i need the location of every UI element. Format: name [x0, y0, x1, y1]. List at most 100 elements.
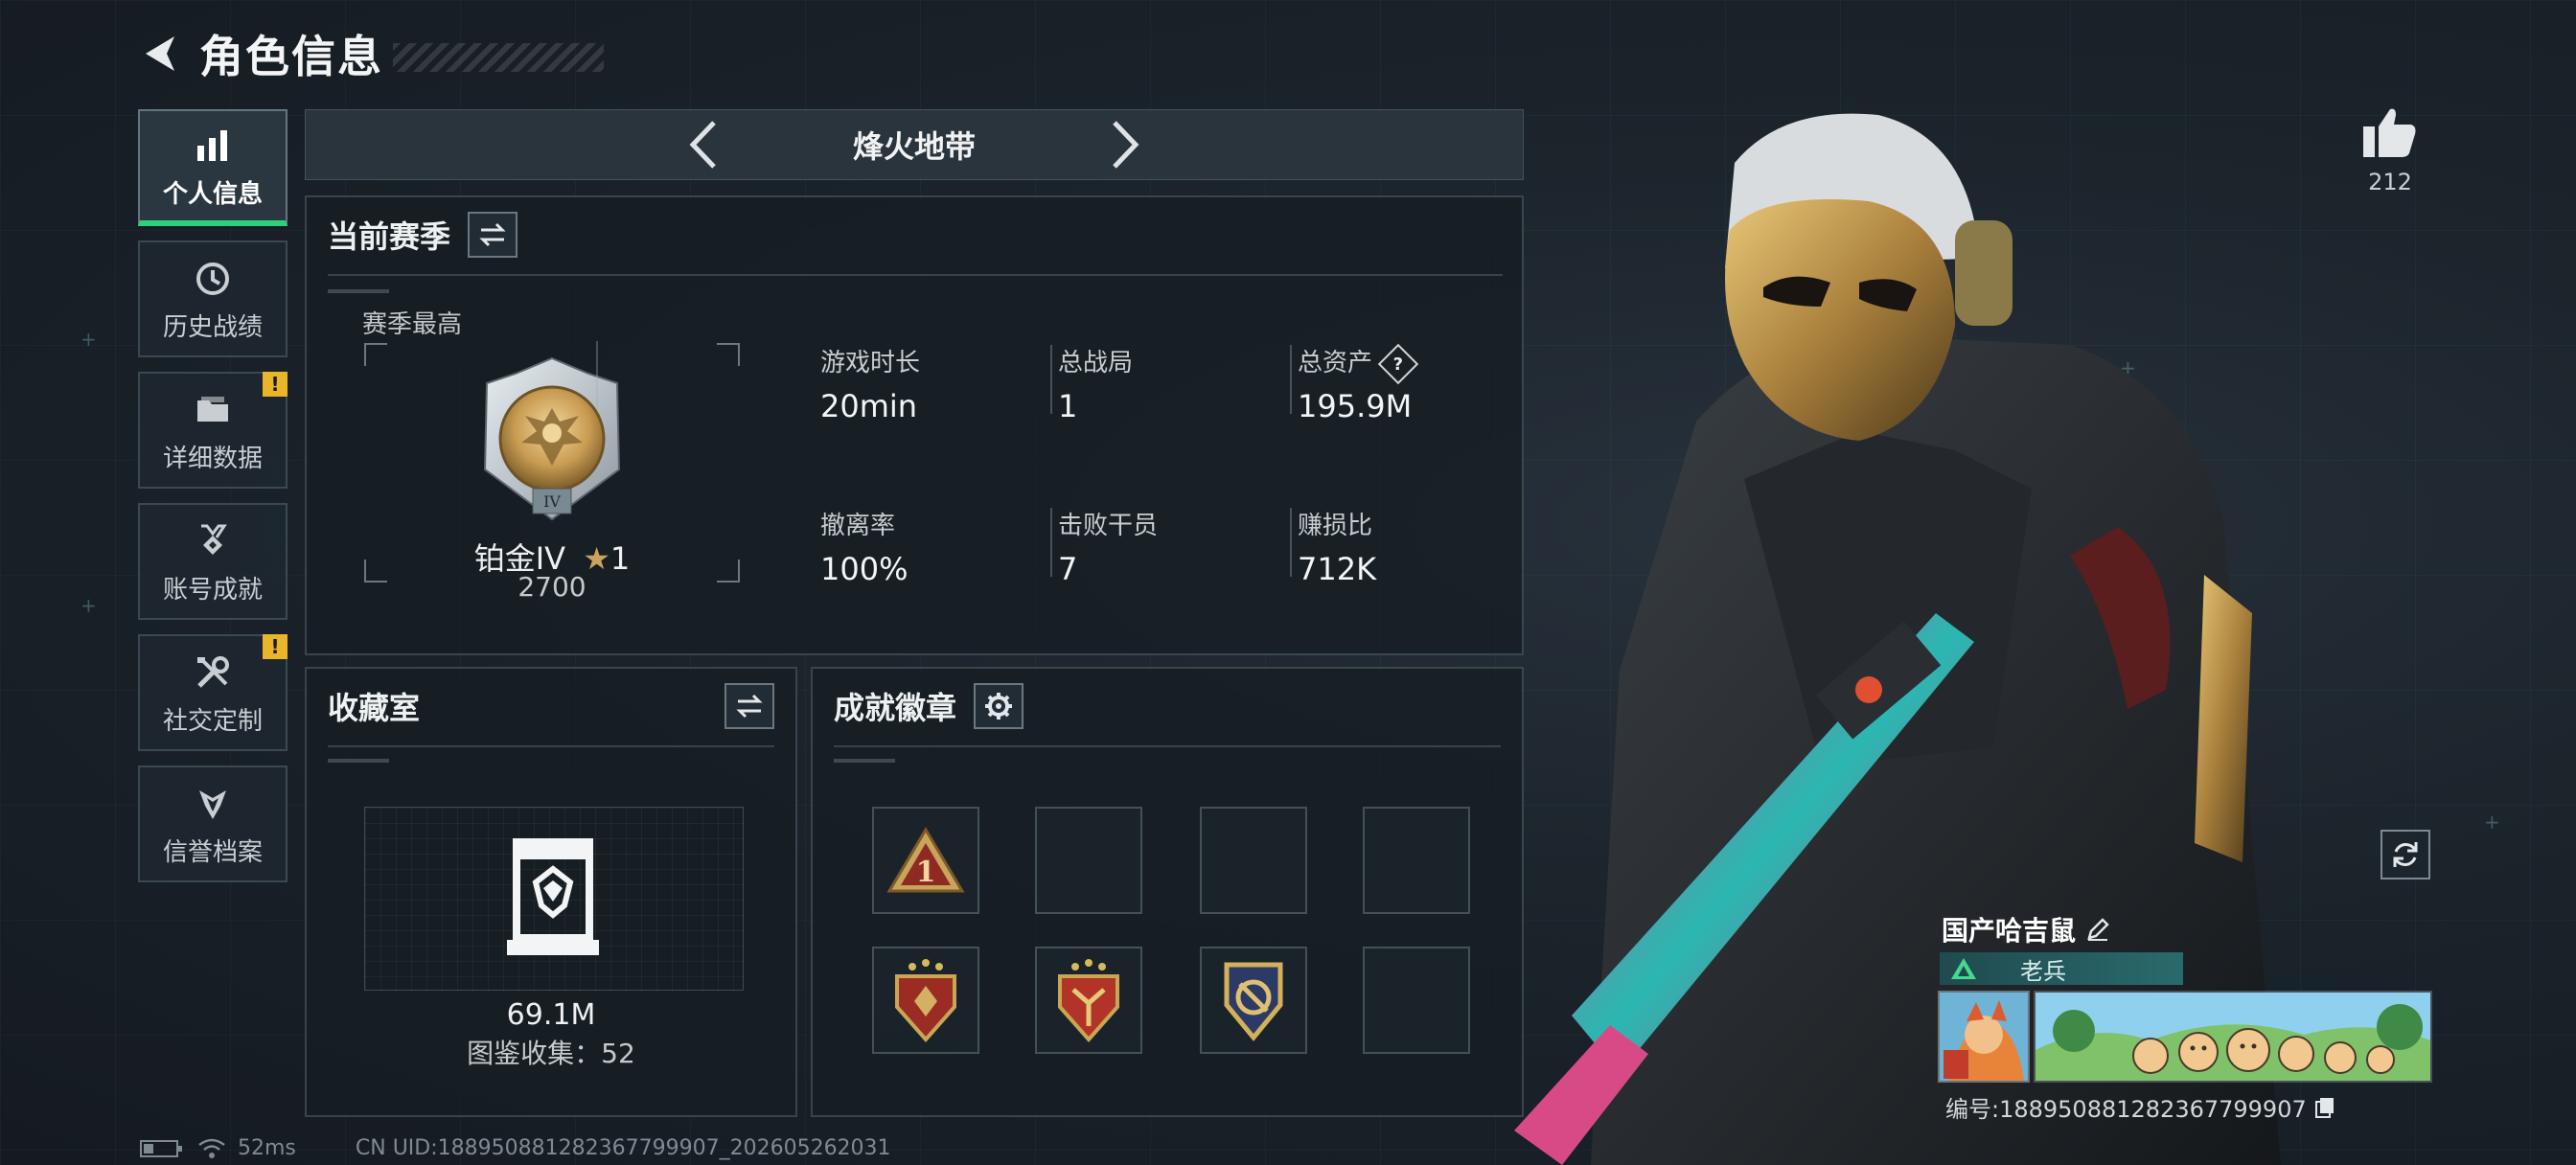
swap-icon — [736, 694, 763, 719]
badges-settings-button[interactable] — [974, 683, 1024, 729]
chevron-right-icon — [1113, 121, 1139, 169]
title-decoration — [393, 43, 604, 72]
warning-badge: ! — [263, 372, 288, 397]
emblem-badge-icon — [1224, 962, 1283, 1041]
sidebar-item-achievements[interactable]: 账号成就 — [138, 503, 288, 620]
crosshair-decoration: + — [2484, 811, 2500, 834]
divider — [1050, 345, 1052, 414]
reputation-icon — [190, 781, 236, 827]
player-banner — [2034, 991, 2432, 1083]
mode-name: 烽火地带 — [852, 128, 976, 165]
stat-total-assets: 总资产? 195.9M — [1298, 343, 1419, 424]
mode-prev-button[interactable] — [675, 116, 732, 173]
badges-title: 成就徽章 — [834, 690, 957, 726]
player-rank-tag: 老兵 — [1940, 952, 2183, 985]
back-arrow-icon — [146, 36, 174, 71]
player-rank-label: 老兵 — [2020, 957, 2066, 985]
collection-switch-button[interactable] — [724, 683, 774, 729]
back-button[interactable] — [134, 27, 188, 80]
collection-count: 图鉴收集：52 — [467, 1038, 635, 1069]
divider — [1290, 345, 1292, 414]
sidebar-item-social[interactable]: ! 社交定制 — [138, 634, 288, 751]
sidebar-item-history[interactable]: 历史战绩 — [138, 240, 288, 357]
medal-numeral: IV — [543, 492, 561, 511]
badge-slot-empty[interactable] — [1363, 947, 1470, 1054]
collection-value: 69.1M — [506, 998, 596, 1032]
rotate-icon — [2393, 842, 2418, 867]
sidebar-item-label: 信誉档案 — [162, 837, 263, 867]
stat-profit-loss-ratio: 赚损比 712K — [1298, 512, 1377, 587]
divider — [834, 745, 1501, 747]
divider — [1050, 508, 1052, 577]
uid-text: CN UID:1889508812823677999​07_2026052620… — [355, 1136, 891, 1160]
season-title: 当前赛季 — [328, 218, 451, 255]
gear-icon — [985, 693, 1013, 720]
rank-score: 2700 — [518, 571, 586, 603]
badge-slot-empty[interactable] — [1200, 807, 1307, 914]
veteran-icon — [1951, 958, 1976, 979]
rotate-model-button[interactable] — [2380, 830, 2430, 879]
stat-total-matches: 总战局 1 — [1058, 349, 1134, 424]
collection-display[interactable] — [364, 807, 744, 991]
divider — [596, 341, 598, 410]
decoration — [328, 289, 389, 293]
player-name-row: 国产哈吉鼠 — [1942, 910, 2110, 948]
decoration — [328, 759, 389, 763]
sidebar-item-detailed-data[interactable]: ! 详细数据 — [138, 372, 288, 489]
sidebar-item-label: 个人信息 — [162, 179, 263, 209]
page-header: 角色信息 — [134, 25, 604, 82]
sidebar-item-label: 详细数据 — [162, 444, 263, 473]
season-best-label: 赛季最高 — [362, 310, 463, 339]
stat-play-time: 游戏时长 20min — [820, 349, 921, 424]
status-bar: 52ms CN UID:1889508812823677999​07_20260… — [140, 1136, 891, 1160]
divider — [328, 745, 774, 747]
rank-one-badge-icon: 1 — [886, 827, 965, 893]
sidebar: 个人信息 历史战绩 ! 详细数据 账号成就 ! 社交定制 信誉档案 — [138, 109, 288, 897]
mode-next-button[interactable] — [1096, 116, 1154, 173]
sidebar-item-label: 历史战绩 — [162, 312, 263, 342]
decoration — [834, 759, 895, 763]
badge-slot[interactable]: 1 — [872, 807, 979, 914]
bar-chart-icon — [190, 123, 236, 169]
rank-medal-icon: IV — [483, 356, 621, 521]
badge-slot[interactable] — [1200, 947, 1307, 1054]
sidebar-item-label: 账号成就 — [162, 575, 263, 605]
tools-icon — [190, 650, 236, 696]
badge-slot[interactable] — [1035, 947, 1142, 1054]
badge-slot-empty[interactable] — [1363, 807, 1470, 914]
player-name: 国产哈吉鼠 — [1942, 915, 2077, 947]
swap-icon — [479, 222, 506, 247]
badges-panel: 成就徽章 1 — [811, 667, 1524, 1117]
season-switch-button[interactable] — [468, 212, 518, 258]
collection-panel: 收藏室 69.1M 图鉴收集：52 — [305, 667, 797, 1117]
wifi-icon — [198, 1138, 225, 1158]
player-id-row: 编号:18895088128236779990​7 — [1945, 1090, 2335, 1124]
help-icon[interactable]: ? — [1377, 343, 1419, 384]
stat-operators-defeated: 击败干员 7 — [1058, 512, 1159, 587]
player-id: 编号:18895088128236779990​7 — [1945, 1096, 2307, 1123]
crosshair-decoration: + — [80, 594, 97, 617]
divider — [1290, 508, 1292, 577]
chevron-left-icon — [689, 121, 716, 169]
avatar[interactable] — [1938, 991, 2030, 1083]
rank-frame: IV 铂金IV ★1 2700 — [364, 343, 740, 603]
divider — [328, 274, 1503, 276]
history-icon — [190, 256, 236, 302]
like-button[interactable] — [2358, 100, 2423, 165]
shield-badge-icon — [895, 959, 956, 1043]
folder-icon — [190, 387, 236, 433]
thumbs-up-icon — [2363, 108, 2416, 157]
achievement-icon — [190, 518, 236, 564]
mode-selector: 烽火地带 — [305, 109, 1524, 180]
copy-icon[interactable] — [2314, 1096, 2335, 1119]
collection-title: 收藏室 — [328, 690, 421, 726]
season-panel: 当前赛季 赛季最高 IV 铂金IV ★1 2700 游戏时长 20min 总战局… — [305, 195, 1524, 655]
battery-icon — [140, 1139, 182, 1157]
warning-badge: ! — [263, 634, 288, 659]
sidebar-item-profile[interactable]: 个人信息 — [138, 109, 288, 226]
edit-icon[interactable] — [2085, 917, 2110, 942]
badge-slot[interactable] — [872, 947, 979, 1054]
display-case-icon — [507, 838, 599, 955]
badge-slot-empty[interactable] — [1035, 807, 1142, 914]
sidebar-item-reputation[interactable]: 信誉档案 — [138, 765, 288, 882]
